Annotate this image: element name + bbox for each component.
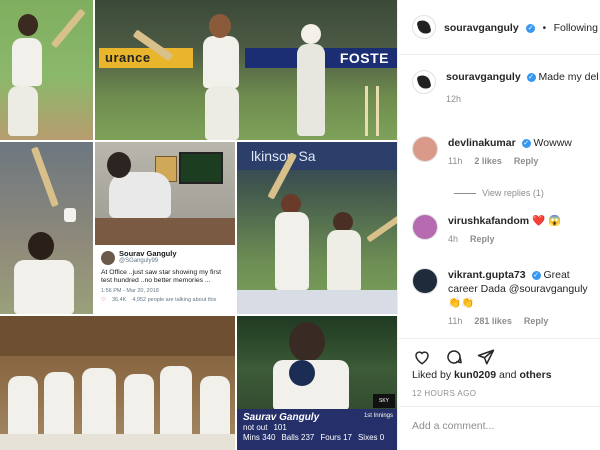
instagram-post-view: urance FOSTE Sourav Ganguly @SGanguly99 …	[0, 0, 600, 450]
view-replies-button[interactable]: View replies (1)	[454, 188, 544, 198]
comment-username[interactable]: devlinakumar	[448, 137, 516, 149]
comment-username[interactable]: virushkafandom	[448, 215, 529, 227]
scorecard-fours: Fours 17	[320, 433, 352, 442]
add-comment-input[interactable]: Add a comment...	[398, 406, 600, 450]
following-button[interactable]: Following	[554, 22, 598, 34]
avatar[interactable]	[412, 214, 438, 240]
avatar[interactable]	[412, 268, 438, 294]
comment-age[interactable]: 11h	[448, 156, 462, 166]
verified-badge-icon: ✓	[526, 24, 536, 33]
tweet-author-handle: @SGanguly99	[119, 258, 159, 264]
comment-age[interactable]: 11h	[448, 316, 462, 326]
reply-button[interactable]: Reply	[514, 156, 539, 166]
liked-by-others[interactable]: others	[519, 369, 551, 381]
comment-icon[interactable]	[444, 347, 464, 367]
comment-like-count[interactable]: 2 likes	[474, 156, 502, 166]
heart-icon: ♡	[101, 297, 106, 303]
separator-dot: •	[542, 23, 547, 34]
scorecard-balls: Balls 237	[281, 433, 315, 442]
tweet-talking-count: 4,952 people are talking about this	[132, 297, 217, 303]
liked-by-line: Liked by kun0209 and others	[412, 369, 552, 381]
caption: souravganguly ✓ Made my debut today .. l…	[412, 70, 598, 104]
comment-item: virushkafandom ❤️ 😱 4h Reply	[412, 214, 598, 244]
scorecard-innings: 1st Innings	[363, 413, 393, 419]
post-timestamp[interactable]: 12 HOURS AGO	[412, 389, 476, 398]
verified-badge-icon: ✓	[526, 73, 536, 82]
comment-text: ❤️ 😱	[532, 215, 562, 227]
photo-with-scorecard: SKY Saurav Ganguly 1st Innings not out 1…	[237, 316, 397, 450]
verified-badge-icon: ✓	[531, 271, 541, 280]
scorecard-sixes: Sixes 0	[357, 433, 385, 442]
broadcaster-logo: SKY	[373, 394, 395, 408]
tweet-photo-office	[95, 142, 235, 245]
photo-batting-follow-through	[0, 0, 93, 140]
share-icon[interactable]	[476, 347, 496, 367]
comment-username[interactable]: vikrant.gupta73	[448, 269, 526, 281]
caption-age[interactable]: 12h	[446, 94, 461, 104]
photo-raising-bat-pavilion: lkinson Sa	[237, 142, 397, 314]
comment-age[interactable]: 4h	[448, 234, 458, 244]
post-header: souravganguly ✓ • Following	[398, 0, 600, 55]
comment-text: Wowww	[533, 137, 572, 149]
tweet-like-count: 36.4K	[111, 297, 127, 303]
tweet-timestamp: 1:56 PM - Mar 20, 2018	[101, 288, 159, 294]
scorecard-mins: Mins 340	[243, 433, 276, 442]
sponsor-banner-left: urance	[99, 48, 193, 68]
comment-item: vikrant.gupta73 ✓ Great career Dada @sou…	[412, 268, 598, 326]
sponsor-banner: lkinson Sa	[237, 142, 397, 170]
scorecard-status: not out	[243, 423, 268, 432]
avatar[interactable]	[412, 70, 436, 94]
liked-by-user[interactable]: kun0209	[454, 369, 496, 381]
photo-young-ganguly-celebrating	[0, 142, 93, 314]
reply-button[interactable]: Reply	[524, 316, 549, 326]
tweet-card[interactable]: Sourav Ganguly @SGanguly99 At Office ..j…	[95, 142, 235, 314]
heart-icon[interactable]	[412, 347, 432, 367]
photo-raising-bat-at-lords: urance FOSTE	[95, 0, 397, 140]
post-side-panel: souravganguly ✓ • Following souravgangul…	[397, 0, 600, 450]
scorecard-overlay: Saurav Ganguly 1st Innings not out 101 M…	[237, 409, 397, 450]
comment-like-count[interactable]: 281 likes	[474, 316, 512, 326]
post-image-collage[interactable]: urance FOSTE Sourav Ganguly @SGanguly99 …	[0, 0, 397, 450]
avatar[interactable]	[412, 15, 436, 39]
tweet-text: At Office ..just saw star showing my fir…	[101, 269, 221, 284]
tweet-author-name: Sourav Ganguly	[119, 249, 177, 258]
caption-username[interactable]: souravganguly	[446, 71, 521, 83]
avatar[interactable]	[412, 136, 438, 162]
verified-badge-icon: ✓	[521, 139, 531, 148]
scorecard-runs: 101	[273, 423, 287, 432]
caption-text: Made my debut today .. lifes best moment	[538, 71, 598, 83]
tweet-avatar	[101, 250, 115, 265]
header-username[interactable]: souravganguly	[444, 22, 519, 34]
reply-button[interactable]: Reply	[470, 234, 495, 244]
photo-team-on-balcony	[0, 316, 235, 450]
comment-item: devlinakumar ✓ Wowww 11h 2 likes Reply	[412, 136, 598, 166]
